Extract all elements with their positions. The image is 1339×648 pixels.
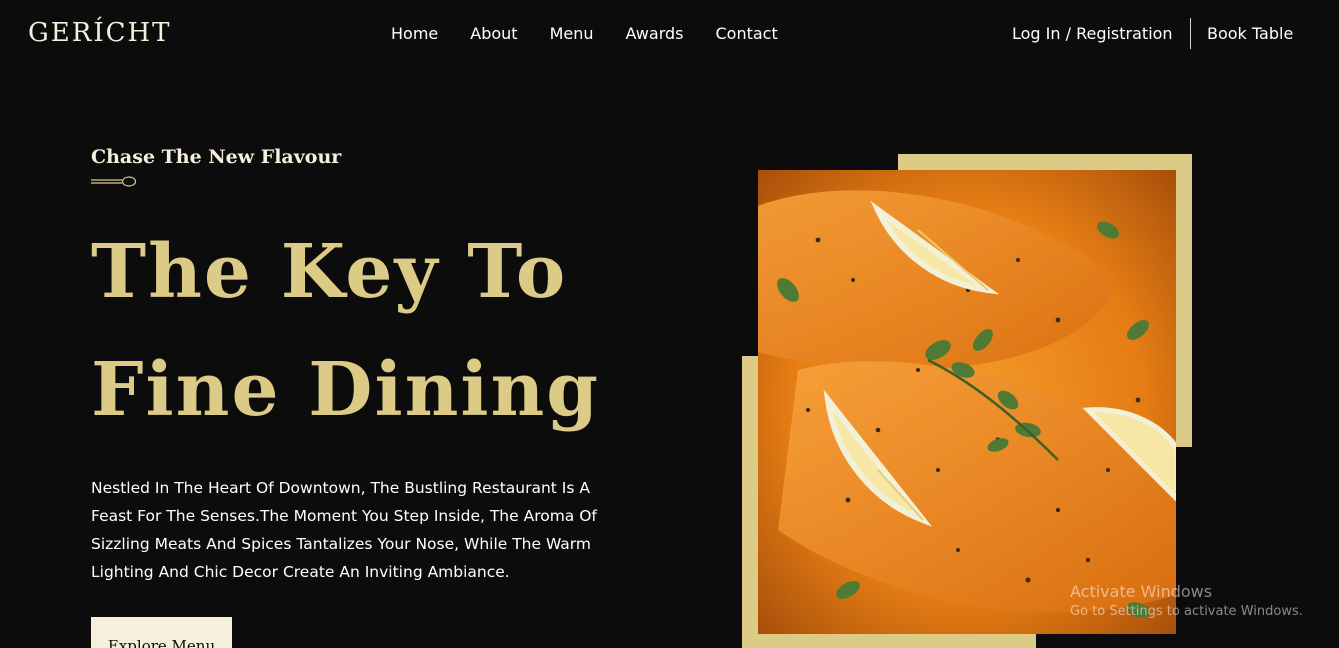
nav-link-awards[interactable]: Awards xyxy=(626,24,684,43)
navbar: GERÍCHT Home About Menu Awards Contact L… xyxy=(0,0,1339,70)
nav-links: Home About Menu Awards Contact xyxy=(391,24,778,43)
nav-divider xyxy=(1190,18,1191,49)
hero-title: The Key To Fine Dining xyxy=(91,213,651,449)
hero-title-line-1: The Key To xyxy=(91,229,568,315)
nav-link-about[interactable]: About xyxy=(470,24,517,43)
nav-link-menu[interactable]: Menu xyxy=(550,24,594,43)
hero-title-line-2: Fine Dining xyxy=(91,347,601,433)
spoon-icon xyxy=(91,176,137,187)
windows-activation-watermark: Activate Windows Go to Settings to activ… xyxy=(1070,582,1303,619)
hero-subtitle: Chase The New Flavour xyxy=(91,146,342,168)
book-table-link[interactable]: Book Table xyxy=(1207,24,1293,43)
nav-link-home[interactable]: Home xyxy=(391,24,438,43)
login-registration-link[interactable]: Log In / Registration xyxy=(1012,24,1173,43)
nav-link-contact[interactable]: Contact xyxy=(715,24,777,43)
hero-description: Nestled In The Heart Of Downtown, The Bu… xyxy=(91,479,597,581)
brand-logo[interactable]: GERÍCHT xyxy=(28,18,172,48)
watermark-title: Activate Windows xyxy=(1070,582,1213,601)
watermark-subtitle: Go to Settings to activate Windows. xyxy=(1070,604,1303,619)
salmon-dish-image xyxy=(758,170,1176,634)
explore-menu-button[interactable]: Explore Menu xyxy=(91,617,232,648)
